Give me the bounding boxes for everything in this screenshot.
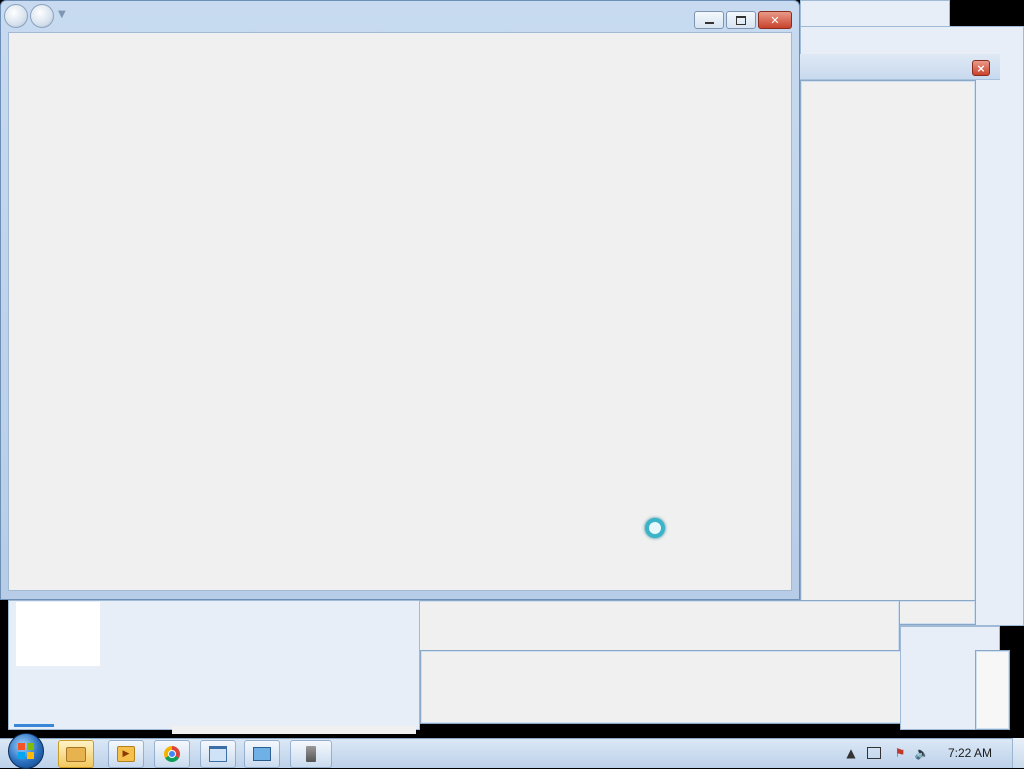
background-window-d bbox=[420, 650, 924, 724]
volume-icon[interactable]: 🔈 bbox=[914, 746, 930, 760]
minimize-button[interactable] bbox=[694, 11, 724, 29]
minimize-icon bbox=[704, 22, 714, 24]
media-player-icon: ▶ bbox=[117, 746, 135, 762]
background-window-f bbox=[975, 650, 1010, 730]
maximize-button[interactable] bbox=[726, 11, 756, 29]
chevron-up-icon[interactable]: ▲ bbox=[843, 746, 859, 760]
restore-icon bbox=[736, 15, 746, 25]
folder-icon bbox=[66, 746, 86, 762]
taskbar-usb-app[interactable] bbox=[290, 740, 332, 768]
busy-cursor-icon bbox=[645, 518, 665, 538]
taskbar-window-app[interactable] bbox=[200, 740, 236, 768]
window-client-area[interactable] bbox=[8, 32, 792, 591]
network-icon[interactable] bbox=[866, 746, 882, 760]
background-window-left-content bbox=[16, 602, 100, 666]
taskbar-monitor-app[interactable] bbox=[244, 740, 280, 768]
taskbar-chrome[interactable] bbox=[154, 740, 190, 768]
monitor-icon bbox=[253, 747, 271, 761]
close-icon: ✕ bbox=[770, 13, 780, 27]
main-window: ▼ ✕ bbox=[0, 0, 800, 600]
taskbar-clock[interactable]: 7:22 AM bbox=[940, 746, 1000, 760]
window-icon bbox=[209, 746, 227, 762]
background-close-button[interactable]: × bbox=[972, 60, 990, 76]
show-desktop-button[interactable] bbox=[1012, 738, 1024, 768]
background-window-far-edge bbox=[950, 0, 1024, 26]
taskbar-file-explorer[interactable] bbox=[58, 740, 94, 768]
action-center-flag-icon[interactable]: ⚑ bbox=[892, 746, 908, 760]
chrome-icon bbox=[164, 746, 180, 762]
windows-logo-icon bbox=[18, 743, 34, 759]
start-button[interactable] bbox=[8, 733, 44, 769]
background-window-left-strip bbox=[14, 724, 54, 727]
history-dropdown-icon[interactable]: ▼ bbox=[58, 9, 66, 20]
background-window-a bbox=[800, 80, 976, 625]
background-window-right-titlebar bbox=[800, 54, 1000, 80]
taskbar-media-player[interactable]: ▶ bbox=[108, 740, 144, 768]
background-window-left-bottom bbox=[172, 726, 416, 734]
close-button[interactable]: ✕ bbox=[758, 11, 792, 29]
usb-icon bbox=[306, 746, 316, 762]
forward-button[interactable] bbox=[30, 4, 54, 28]
back-button[interactable] bbox=[4, 4, 28, 28]
